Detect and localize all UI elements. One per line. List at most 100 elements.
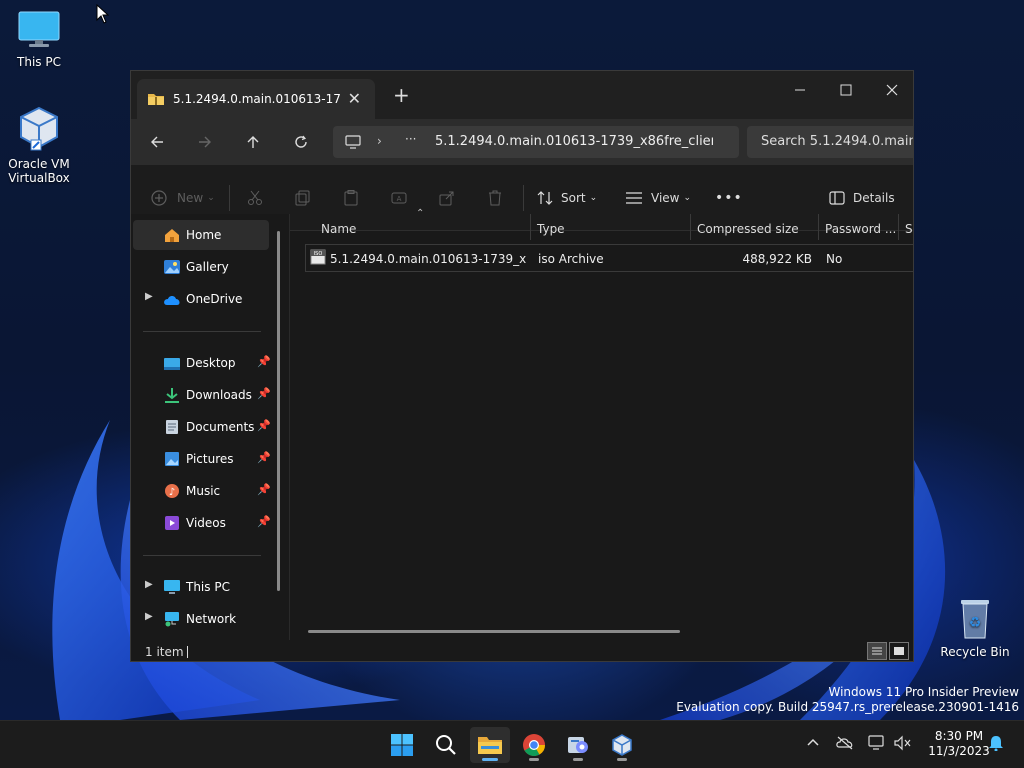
start-button[interactable] <box>382 727 422 763</box>
details-view-button[interactable] <box>867 642 887 660</box>
view-button[interactable]: View ⌄ <box>625 187 691 209</box>
taskbar-file-explorer[interactable] <box>470 727 510 763</box>
horizontal-scrollbar[interactable] <box>308 630 680 633</box>
copy-button[interactable] <box>295 187 311 209</box>
sidebar-item-onedrive[interactable]: ▶ OneDrive <box>133 284 269 314</box>
running-indicator <box>529 758 539 761</box>
running-indicator <box>573 758 583 761</box>
details-button[interactable]: Details <box>829 187 895 209</box>
pin-icon[interactable]: 📌 <box>257 355 271 368</box>
paste-button[interactable] <box>343 187 359 209</box>
column-header-size[interactable]: Si <box>905 222 913 242</box>
column-header-compressed-size[interactable]: Compressed size <box>697 222 799 242</box>
clock-time: 8:30 PM <box>934 729 984 743</box>
sidebar-item-network[interactable]: ▶ Network <box>133 604 269 634</box>
search-button[interactable] <box>426 727 466 763</box>
forward-button[interactable] <box>191 129 219 155</box>
desktop-icon-virtualbox[interactable]: Oracle VM VirtualBox <box>0 104 78 185</box>
refresh-button[interactable] <box>287 129 315 155</box>
sidebar-item-gallery[interactable]: Gallery <box>133 252 269 282</box>
title-bar[interactable]: 5.1.2494.0.main.010613-1739_x ✕ + <box>131 71 913 119</box>
sidebar-item-documents[interactable]: Documents 📌 <box>133 412 271 442</box>
system-clock[interactable]: 8:30 PM 11/3/2023 <box>920 729 998 759</box>
chevron-right-icon[interactable]: ▶ <box>145 291 153 302</box>
desktop-icon-label: Recycle Bin <box>940 645 1010 659</box>
address-input[interactable]: › ··· 5.1.2494.0.main.010613-1739_x86fre… <box>333 126 739 158</box>
minimize-button[interactable] <box>777 75 823 105</box>
column-separator[interactable] <box>530 214 531 240</box>
view-list-icon <box>626 192 642 204</box>
delete-button[interactable] <box>487 187 503 209</box>
sidebar-item-downloads[interactable]: Downloads 📌 <box>133 380 271 410</box>
pin-icon[interactable]: 📌 <box>257 483 271 496</box>
file-list: ⌃ Name Type Compressed size Password ...… <box>290 208 913 640</box>
toolbar-separator <box>229 185 230 211</box>
more-path-icon[interactable]: ··· <box>405 132 416 146</box>
tiles-view-button[interactable] <box>889 642 909 660</box>
taskbar-control-panel[interactable] <box>558 727 598 763</box>
address-path: 5.1.2494.0.main.010613-1739_x86fre_clien… <box>435 134 713 149</box>
sidebar-item-desktop[interactable]: Desktop 📌 <box>133 348 271 378</box>
cut-button[interactable] <box>247 187 263 209</box>
sidebar-item-videos[interactable]: Videos 📌 <box>133 508 271 538</box>
notification-bell-icon[interactable] <box>988 735 1004 754</box>
onedrive-offline-icon[interactable] <box>836 735 854 754</box>
close-window-button[interactable] <box>869 75 913 105</box>
volume-muted-icon[interactable] <box>894 735 912 754</box>
share-button[interactable] <box>439 187 455 209</box>
column-header-type[interactable]: Type <box>537 222 565 242</box>
maximize-button[interactable] <box>823 75 869 105</box>
table-row[interactable]: ISO 5.1.2494.0.main.010613-1739_x86fre..… <box>305 244 913 272</box>
sidebar-item-this-pc[interactable]: ▶ This PC <box>133 572 269 602</box>
tab-current[interactable]: 5.1.2494.0.main.010613-1739_x ✕ <box>137 79 375 119</box>
column-separator[interactable] <box>898 214 899 240</box>
close-tab-icon[interactable]: ✕ <box>348 89 361 108</box>
sidebar-item-home[interactable]: Home <box>133 220 269 250</box>
new-button[interactable]: New ⌄ <box>151 187 215 209</box>
pin-icon[interactable]: 📌 <box>257 515 271 528</box>
control-panel-icon <box>568 737 588 753</box>
chevron-right-icon[interactable]: ▶ <box>145 611 153 622</box>
sidebar-item-label: Documents <box>186 420 255 434</box>
file-explorer-window: 5.1.2494.0.main.010613-1739_x ✕ + › <box>130 70 914 662</box>
folder-icon <box>478 737 502 754</box>
pin-icon[interactable]: 📌 <box>257 387 271 400</box>
network-icon[interactable] <box>868 735 886 754</box>
sidebar-item-label: Downloads <box>186 388 252 402</box>
column-header-password[interactable]: Password ... <box>825 222 896 242</box>
tray-overflow-chevron-up-icon[interactable] <box>806 735 820 752</box>
column-separator[interactable] <box>818 214 819 240</box>
gallery-icon <box>164 260 180 274</box>
tab-title: 5.1.2494.0.main.010613-1739_x <box>173 92 341 106</box>
pin-icon[interactable]: 📌 <box>257 451 271 464</box>
pin-icon[interactable]: 📌 <box>257 419 271 432</box>
more-options-button[interactable]: ••• <box>715 187 743 209</box>
desktop-icon-this-pc[interactable]: This PC <box>0 10 78 69</box>
clock-date: 11/3/2023 <box>928 744 990 758</box>
chevron-right-icon[interactable]: ▶ <box>145 579 153 590</box>
desktop-icon-recycle-bin[interactable]: ♻ Recycle Bin <box>936 596 1014 659</box>
document-icon <box>166 420 178 434</box>
search-input[interactable]: Search 5.1.2494.0.main.01 <box>747 126 913 158</box>
sidebar-item-pictures[interactable]: Pictures 📌 <box>133 444 271 474</box>
sidebar-item-music[interactable]: ♪ Music 📌 <box>133 476 271 506</box>
desktop-icon-label: Oracle VM VirtualBox <box>0 157 78 185</box>
sort-button[interactable]: Sort ⌄ <box>537 187 597 209</box>
search-icon <box>436 735 456 755</box>
up-button[interactable] <box>239 129 267 155</box>
chevron-right-icon[interactable]: › <box>377 134 382 148</box>
this-pc-icon <box>164 580 180 594</box>
sidebar-scrollbar[interactable] <box>277 231 280 591</box>
toolbar-separator <box>523 185 524 211</box>
taskbar-chrome[interactable] <box>514 727 554 763</box>
column-separator[interactable] <box>690 214 691 240</box>
taskbar: 8:30 PM 11/3/2023 <box>0 720 1024 768</box>
column-header-name[interactable]: Name <box>321 222 356 242</box>
trash-icon <box>489 190 501 206</box>
iso-file-icon: ISO <box>310 249 326 265</box>
new-tab-button[interactable]: + <box>393 83 410 107</box>
sidebar-item-label: Pictures <box>186 452 234 466</box>
back-button[interactable] <box>143 129 171 155</box>
taskbar-virtualbox[interactable] <box>602 727 642 763</box>
rename-button[interactable]: A <box>391 187 407 209</box>
